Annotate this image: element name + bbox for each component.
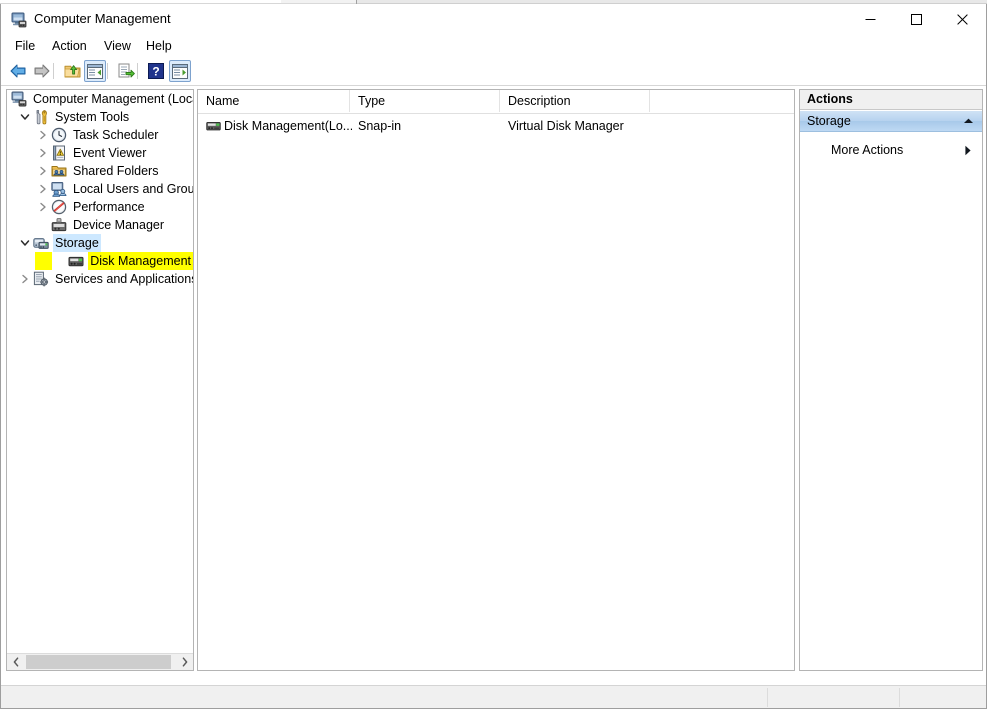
forward-arrow-icon[interactable] <box>31 60 53 82</box>
menu-view[interactable]: View <box>98 38 137 55</box>
tree-item-disk-management[interactable]: Disk Management <box>7 252 193 270</box>
chevron-right-icon[interactable] <box>176 654 193 670</box>
actions-pane-title: Actions <box>800 90 982 110</box>
disk-management-icon <box>206 119 221 137</box>
tree-item-label: Services and Applications <box>53 270 193 288</box>
list-column-header: Name Type Description <box>198 90 794 114</box>
panes-container: Computer Management (Local <box>1 86 986 684</box>
tree-item-label: Device Manager <box>71 216 166 234</box>
storage-icon <box>33 235 49 251</box>
menu-file[interactable]: File <box>9 38 41 55</box>
tree-item-label: Performance <box>71 198 147 216</box>
help-icon[interactable]: ? <box>145 60 167 82</box>
tree-item-task-scheduler[interactable]: Task Scheduler <box>7 126 193 144</box>
action-more-actions[interactable]: More Actions <box>800 140 982 160</box>
tree-item-label: System Tools <box>53 108 131 126</box>
computer-management-window: Computer Management File Action View Hel… <box>0 4 987 709</box>
tree-item-device-manager[interactable]: Device Manager <box>7 216 193 234</box>
tree-item-label: Disk Management <box>88 252 193 270</box>
shared-folders-icon <box>51 163 67 179</box>
menu-help[interactable]: Help <box>140 38 178 55</box>
chevron-right-icon[interactable] <box>35 127 51 143</box>
tree-item-local-users-and-groups[interactable]: Local Users and Groups <box>7 180 193 198</box>
action-label: More Actions <box>831 140 903 160</box>
tree-item-label: Local Users and Groups <box>71 180 193 198</box>
toolbar-separator-3 <box>137 63 138 79</box>
yellow-highlight-annotation <box>35 252 52 270</box>
tree-item-shared-folders[interactable]: Shared Folders <box>7 162 193 180</box>
chevron-right-icon[interactable] <box>17 271 33 287</box>
toolbar: ? <box>1 58 986 86</box>
chevron-right-icon[interactable] <box>35 145 51 161</box>
actions-group-label: Storage <box>807 111 851 131</box>
actions-pane: Actions Storage More Actions <box>799 89 983 671</box>
chevron-right-icon <box>963 145 973 155</box>
tree-item-label: Task Scheduler <box>71 126 160 144</box>
tree-item-storage[interactable]: Storage <box>7 234 193 252</box>
actions-group-storage[interactable]: Storage <box>800 111 982 132</box>
tree-scroll-area: Computer Management (Local <box>7 90 193 653</box>
event-viewer-icon <box>51 145 67 161</box>
chevron-placeholder-icon <box>35 217 51 233</box>
toolbar-separator-2 <box>107 63 108 79</box>
chevron-right-icon[interactable] <box>35 181 51 197</box>
cell-name: Disk Management(Lo... <box>206 116 352 137</box>
tree-item-services-and-applications[interactable]: Services and Applications <box>7 270 193 288</box>
up-folder-icon[interactable] <box>61 60 83 82</box>
status-cell-1 <box>1 686 773 708</box>
status-cell-2 <box>768 686 905 708</box>
cell-description: Virtual Disk Manager <box>508 116 650 137</box>
tree-item-system-tools[interactable]: System Tools <box>7 108 193 126</box>
tree-item-label: Computer Management (Local <box>31 90 193 108</box>
menu-action[interactable]: Action <box>46 38 93 55</box>
computer-management-icon <box>11 12 27 28</box>
scrollbar-thumb[interactable] <box>26 655 171 669</box>
maximize-button[interactable] <box>893 4 939 34</box>
tree-item-computer-management[interactable]: Computer Management (Local <box>7 90 193 108</box>
tree-horizontal-scrollbar[interactable] <box>7 653 193 670</box>
chevron-down-icon[interactable] <box>17 235 33 251</box>
chevron-placeholder-icon <box>52 253 68 269</box>
cell-name-text: Disk Management(Lo... <box>224 119 352 133</box>
tree-item-event-viewer[interactable]: Event Viewer <box>7 144 193 162</box>
column-header-blank[interactable] <box>650 90 794 112</box>
tree-item-label: Shared Folders <box>71 162 160 180</box>
column-header-description[interactable]: Description <box>500 90 650 112</box>
chevron-right-icon[interactable] <box>35 199 51 215</box>
show-hide-tree-icon[interactable] <box>84 60 106 82</box>
back-arrow-icon[interactable] <box>7 60 29 82</box>
local-users-icon <box>51 181 67 197</box>
disk-management-icon <box>68 253 84 269</box>
clock-icon <box>51 127 67 143</box>
svg-text:?: ? <box>152 65 159 79</box>
tree-item-label: Storage <box>53 234 101 252</box>
tree-item-label: Event Viewer <box>71 144 148 162</box>
device-manager-icon <box>51 217 67 233</box>
status-cell-3 <box>900 686 989 708</box>
toolbar-separator-1 <box>53 63 54 79</box>
column-header-name[interactable]: Name <box>198 90 350 112</box>
chevron-left-icon[interactable] <box>7 654 24 670</box>
computer-icon <box>11 91 27 107</box>
console-tree-pane: Computer Management (Local <box>6 89 194 671</box>
menu-bar: File Action View Help <box>1 35 986 58</box>
services-icon <box>33 271 49 287</box>
chevron-up-icon[interactable] <box>962 116 974 126</box>
tree-item-performance[interactable]: Performance <box>7 198 193 216</box>
status-bar <box>1 685 986 708</box>
close-button[interactable] <box>939 4 985 34</box>
export-list-icon[interactable] <box>115 60 137 82</box>
table-row[interactable]: Disk Management(Lo... Snap-in Virtual Di… <box>198 116 794 137</box>
result-list-pane: Name Type Description <box>197 89 795 671</box>
chevron-down-icon[interactable] <box>17 109 33 125</box>
show-action-pane-icon[interactable] <box>169 60 191 82</box>
column-header-type[interactable]: Type <box>350 90 500 112</box>
system-tools-icon <box>33 109 49 125</box>
minimize-button[interactable] <box>847 4 893 34</box>
chevron-right-icon[interactable] <box>35 163 51 179</box>
title-bar[interactable]: Computer Management <box>1 4 986 35</box>
cell-type: Snap-in <box>358 116 500 137</box>
performance-icon <box>51 199 67 215</box>
window-title: Computer Management <box>34 11 171 26</box>
